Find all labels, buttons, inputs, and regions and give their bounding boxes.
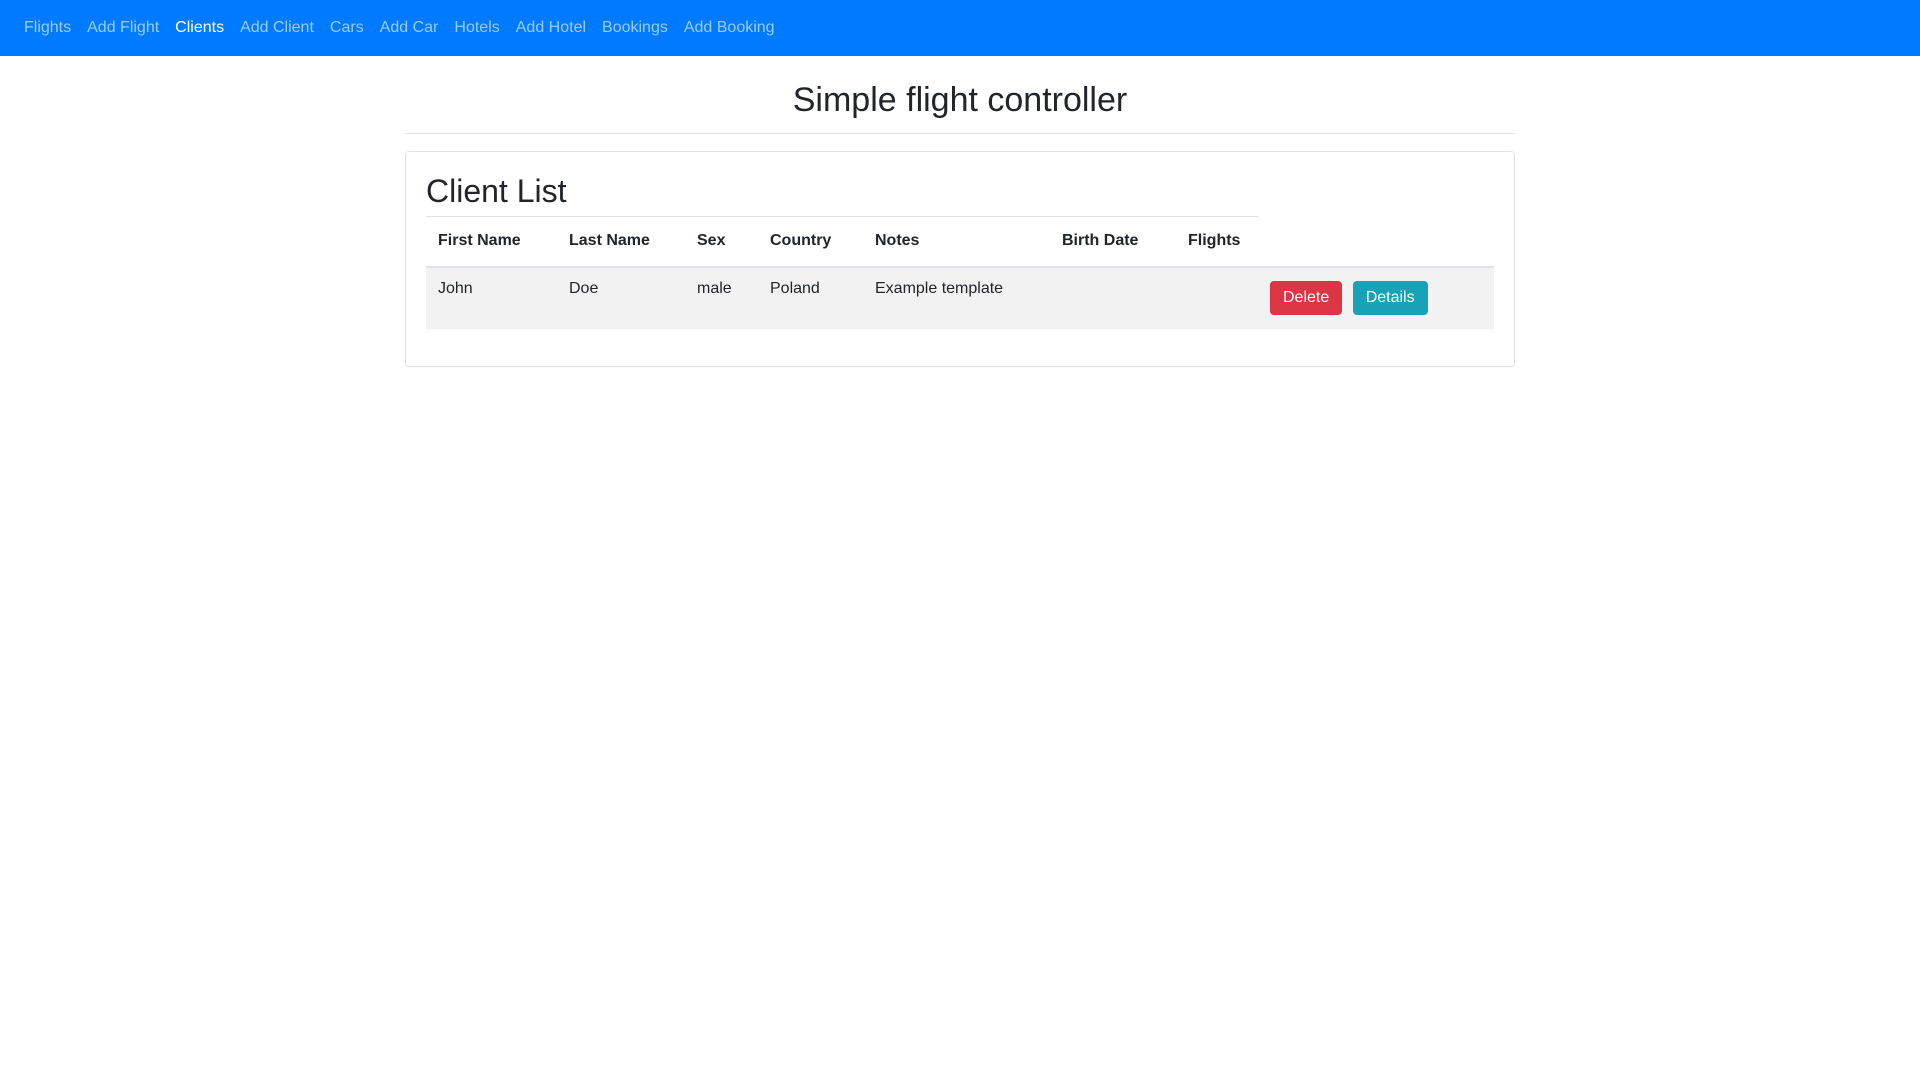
cell-first-name: John <box>426 266 557 329</box>
main-container: Simple flight controller Client List Fir… <box>405 56 1515 367</box>
nav-bookings[interactable]: Bookings <box>594 19 676 37</box>
nav-clients[interactable]: Clients <box>167 19 232 37</box>
top-navbar: Flights Add Flight Clients Add Client Ca… <box>0 0 1920 56</box>
table-row: John Doe male Poland Example template De… <box>426 266 1494 329</box>
client-table-body: John Doe male Poland Example template De… <box>426 266 1494 329</box>
delete-button[interactable]: Delete <box>1270 281 1343 316</box>
nav-add-booking[interactable]: Add Booking <box>676 19 783 37</box>
cell-country: Poland <box>758 266 863 329</box>
header-row: First Name Last Name Sex Country Notes B… <box>426 216 1494 268</box>
client-table-header: First Name Last Name Sex Country Notes B… <box>426 216 1494 268</box>
cell-actions: Delete Details <box>1258 266 1494 329</box>
nav-add-car[interactable]: Add Car <box>372 19 447 37</box>
nav-add-flight[interactable]: Add Flight <box>79 19 167 37</box>
col-flights: Flights <box>1176 216 1258 268</box>
details-button[interactable]: Details <box>1352 281 1428 316</box>
cell-birth-date <box>1050 266 1176 329</box>
nav-cars[interactable]: Cars <box>322 19 372 37</box>
col-actions <box>1258 216 1494 268</box>
cell-sex: male <box>685 266 758 329</box>
col-notes: Notes <box>863 216 1050 268</box>
client-table: First Name Last Name Sex Country Notes B… <box>426 216 1494 329</box>
col-birth-date: Birth Date <box>1050 216 1176 268</box>
nav-hotels[interactable]: Hotels <box>446 19 507 37</box>
nav-flights[interactable]: Flights <box>16 19 79 37</box>
col-country: Country <box>758 216 863 268</box>
page-title: Simple flight controller <box>405 56 1515 134</box>
nav-add-hotel[interactable]: Add Hotel <box>508 19 594 37</box>
col-last-name: Last Name <box>557 216 685 268</box>
cell-flights <box>1176 266 1258 329</box>
client-list-card: Client List First Name Last Name Sex Cou… <box>405 150 1515 367</box>
col-sex: Sex <box>685 216 758 268</box>
col-first-name: First Name <box>426 216 557 268</box>
client-list-title: Client List <box>426 172 567 209</box>
cell-notes: Example template <box>863 266 1050 329</box>
nav-add-client[interactable]: Add Client <box>232 19 322 37</box>
cell-last-name: Doe <box>557 266 685 329</box>
